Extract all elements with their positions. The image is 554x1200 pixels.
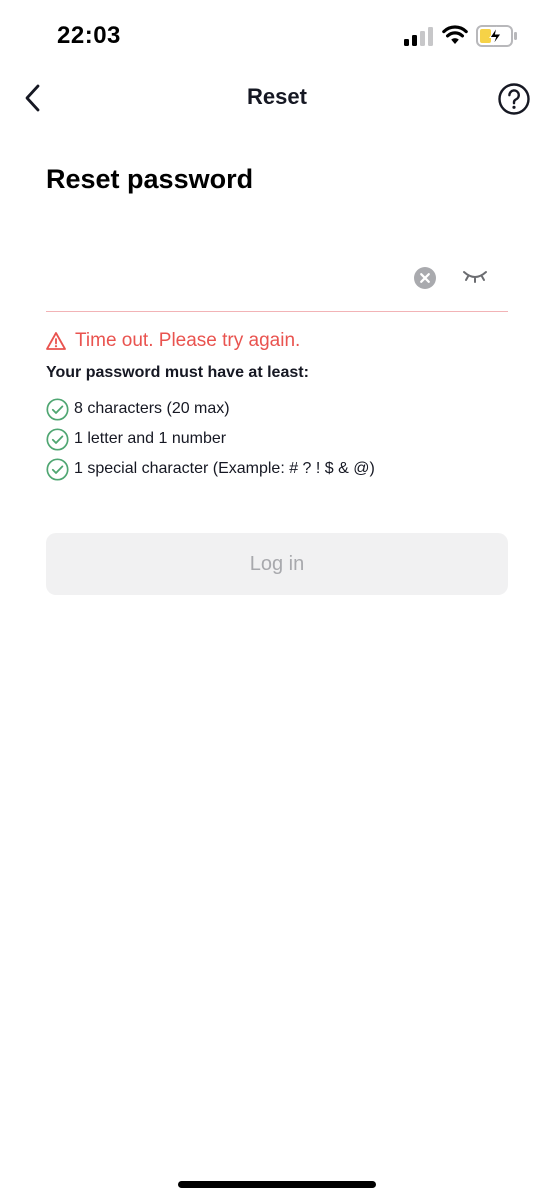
- status-time: 22:03: [57, 22, 121, 49]
- page-title: Reset password: [46, 164, 254, 194]
- requirements-list: 8 characters (20 max) 1 letter and 1 num…: [46, 394, 516, 484]
- status-bar: 22:03: [0, 0, 554, 70]
- requirement-label: 1 letter and 1 number: [74, 430, 227, 447]
- login-button[interactable]: Log in: [46, 533, 508, 595]
- check-circle-icon: [46, 397, 69, 421]
- eye-closed-icon[interactable]: [462, 266, 488, 288]
- requirement-label: 1 special character (Example: # ? ! $ & …: [74, 460, 375, 477]
- requirement-item: 8 characters (20 max): [46, 394, 516, 424]
- check-circle-icon: [46, 457, 69, 481]
- nav-title: Reset: [247, 84, 307, 109]
- check-circle-icon: [46, 427, 69, 451]
- help-button[interactable]: [497, 82, 531, 116]
- battery-charging-icon: [476, 25, 517, 47]
- nav-bar: Reset: [0, 70, 554, 126]
- warning-triangle-icon: [46, 332, 66, 350]
- password-input[interactable]: [46, 256, 396, 300]
- error-text: Time out. Please try again.: [75, 330, 301, 351]
- home-indicator[interactable]: [178, 1181, 376, 1188]
- requirement-label: 8 characters (20 max): [74, 400, 230, 417]
- question-circle-icon: [498, 83, 530, 115]
- reset-password-screen: 22:03 Reset Reset password Time out. Ple…: [0, 0, 554, 1200]
- cellular-signal-icon: [404, 27, 433, 46]
- wifi-icon: [442, 25, 468, 44]
- requirement-item: 1 letter and 1 number: [46, 424, 516, 454]
- password-field: [46, 248, 508, 312]
- requirements-title: Your password must have at least:: [46, 364, 309, 381]
- error-message: Time out. Please try again.: [46, 328, 300, 354]
- requirement-item: 1 special character (Example: # ? ! $ & …: [46, 454, 516, 484]
- clear-icon[interactable]: [414, 267, 436, 289]
